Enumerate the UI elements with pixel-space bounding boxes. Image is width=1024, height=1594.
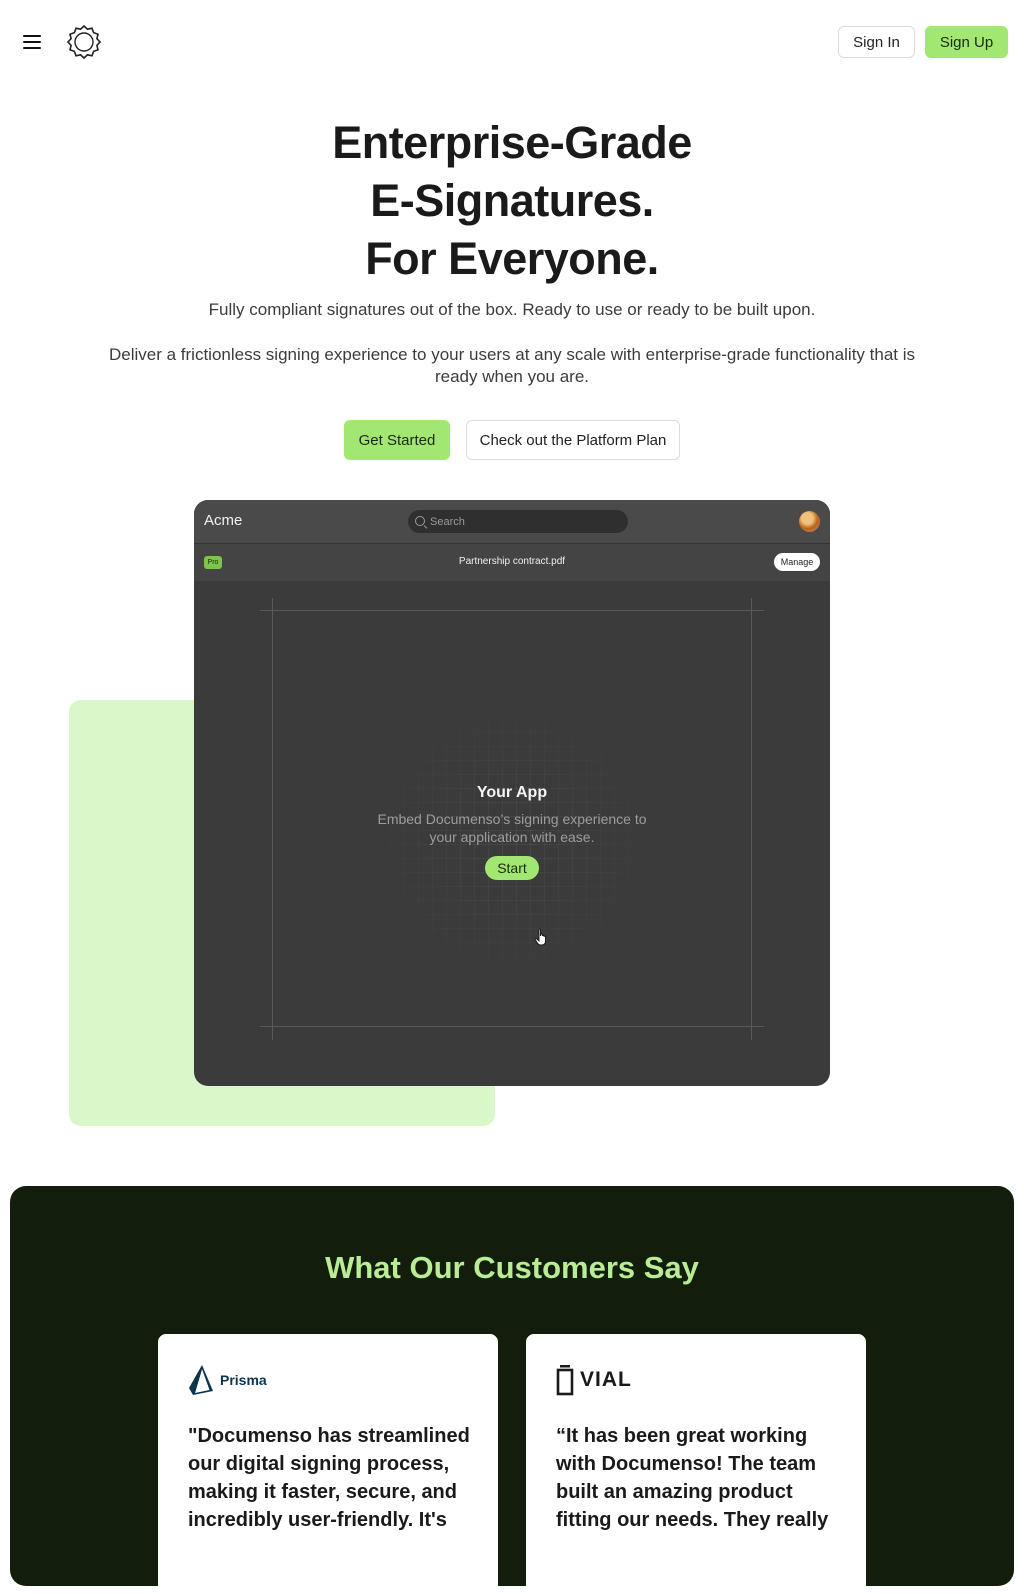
sign-up-button[interactable]: Sign Up <box>925 26 1008 58</box>
prisma-triangle-icon <box>189 1365 213 1395</box>
guide-line <box>751 598 752 1040</box>
vial-brand-name: VIAL <box>580 1368 632 1391</box>
panel-description: Embed Documenso’s signing experience to … <box>377 811 647 845</box>
hero-title-line: E-Signatures. <box>370 175 654 226</box>
testimonial-quote: "Documenso has streamlined our digital s… <box>188 1425 470 1531</box>
app-search-bar[interactable] <box>408 510 628 533</box>
app-name: Acme <box>204 512 243 529</box>
prisma-brand-name: Prisma <box>220 1372 267 1388</box>
testimonial-card: VIAL “It has been great working with Doc… <box>526 1334 866 1594</box>
vial-logo: VIAL <box>556 1364 632 1396</box>
guide-line <box>260 610 764 611</box>
hero-title-line: For Everyone. <box>365 233 659 284</box>
documenso-logo-icon[interactable] <box>66 24 102 60</box>
app-mockup-window: Acme Pro Partnership contract.pdf Manage… <box>194 500 830 1086</box>
panel-title: Your App <box>476 784 548 801</box>
platform-plan-button[interactable]: Check out the Platform Plan <box>466 420 680 460</box>
hamburger-menu-icon[interactable] <box>20 30 44 54</box>
search-input[interactable] <box>430 510 620 533</box>
testimonial-card: Prisma "Documenso has streamlined our di… <box>158 1334 498 1594</box>
app-mockup-topbar: Acme <box>194 500 830 543</box>
hero-title: Enterprise-Grade E-Signatures. For Every… <box>0 114 1024 288</box>
vial-bottle-icon <box>556 1365 574 1396</box>
app-mockup-canvas: Your App Embed Documenso’s signing exper… <box>194 580 830 1086</box>
app-mockup-filebar: Pro Partnership contract.pdf Manage <box>194 543 830 581</box>
sign-in-button[interactable]: Sign In <box>838 26 915 58</box>
hand-pointer-icon <box>534 928 550 946</box>
guide-line <box>272 598 273 1040</box>
prisma-logo: Prisma <box>188 1364 267 1396</box>
testimonials-section: What Our Customers Say Prisma "Documenso… <box>10 1186 1014 1594</box>
testimonial-quote: “It has been great working with Documens… <box>556 1425 829 1531</box>
hero-title-line: Enterprise-Grade <box>332 117 692 168</box>
hero-subtitle: Fully compliant signatures out of the bo… <box>208 300 816 319</box>
avatar[interactable] <box>799 511 820 532</box>
search-icon <box>415 516 425 526</box>
start-button[interactable]: Start <box>485 856 539 880</box>
testimonials-title: What Our Customers Say <box>325 1250 699 1285</box>
guide-line <box>260 1026 764 1027</box>
hero-description: Deliver a frictionless signing experienc… <box>108 345 915 386</box>
get-started-button[interactable]: Get Started <box>344 420 450 460</box>
manage-button[interactable]: Manage <box>774 553 820 571</box>
file-name: Partnership contract.pdf <box>458 556 566 567</box>
